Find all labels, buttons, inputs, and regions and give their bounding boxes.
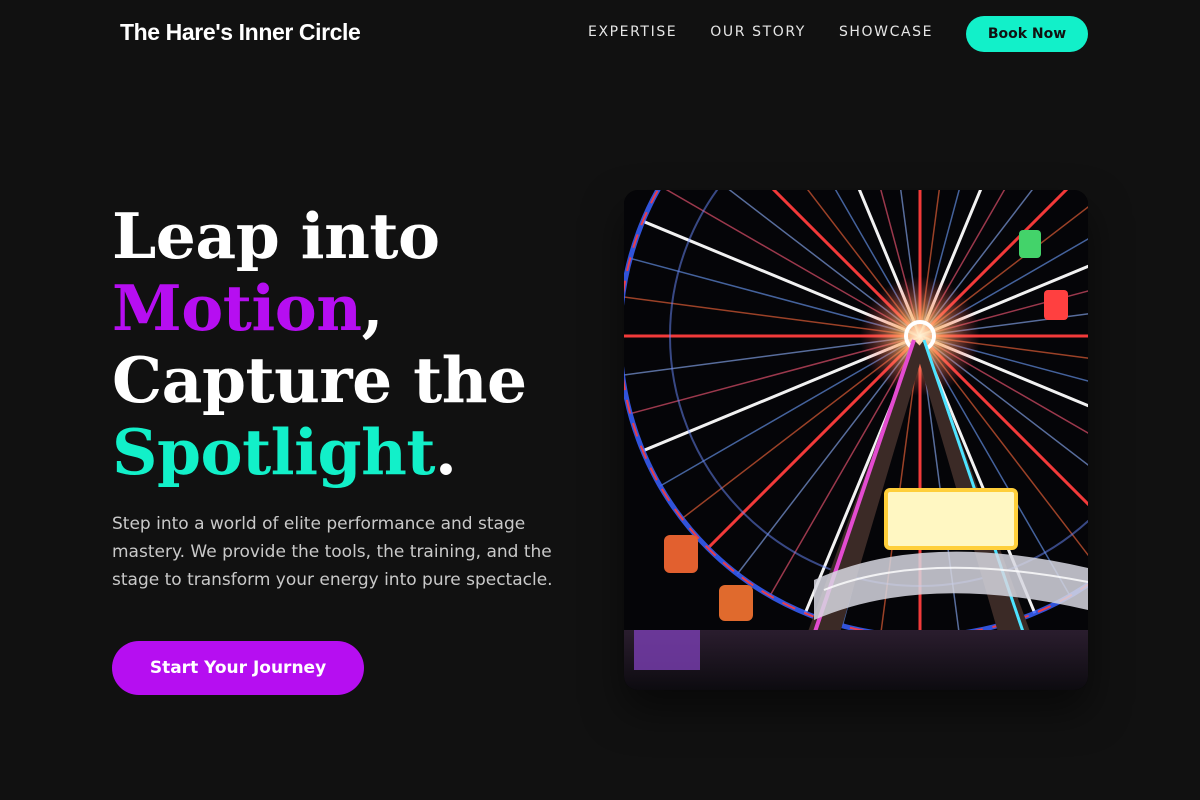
book-now-button[interactable]: Book Now	[966, 16, 1088, 52]
nav-links: EXPERTISE OUR STORY SHOWCASE	[588, 24, 933, 40]
nav-link-expertise[interactable]: EXPERTISE	[588, 24, 677, 40]
hero-highlight-motion: Motion	[112, 271, 362, 345]
nav-link-our-story[interactable]: OUR STORY	[710, 24, 806, 40]
hero-image	[624, 190, 1088, 690]
start-journey-button[interactable]: Start Your Journey	[112, 641, 364, 695]
hero-title-line-3: Capture the	[112, 343, 527, 417]
hero-title-comma: ,	[361, 271, 384, 345]
hero-highlight-spotlight: Spotlight	[112, 415, 436, 489]
hero-description: Step into a world of elite performance a…	[112, 514, 553, 590]
top-nav: The Hare's Inner Circle EXPERTISE OUR ST…	[0, 0, 1200, 66]
landing-page: The Hare's Inner Circle EXPERTISE OUR ST…	[0, 0, 1200, 800]
hero-title-line-1: Leap into	[112, 199, 440, 273]
hero-title-line-4: Spotlight.	[112, 416, 527, 488]
ferris-wheel-illustration	[624, 190, 1088, 690]
hero-title-line-2: Motion,	[112, 272, 527, 344]
hero-title: Leap into Motion, Capture the Spotlight.	[112, 200, 527, 488]
hero-title-period: .	[435, 415, 457, 489]
nav-link-showcase[interactable]: SHOWCASE	[839, 24, 933, 40]
brand-logo[interactable]: The Hare's Inner Circle	[120, 19, 361, 46]
